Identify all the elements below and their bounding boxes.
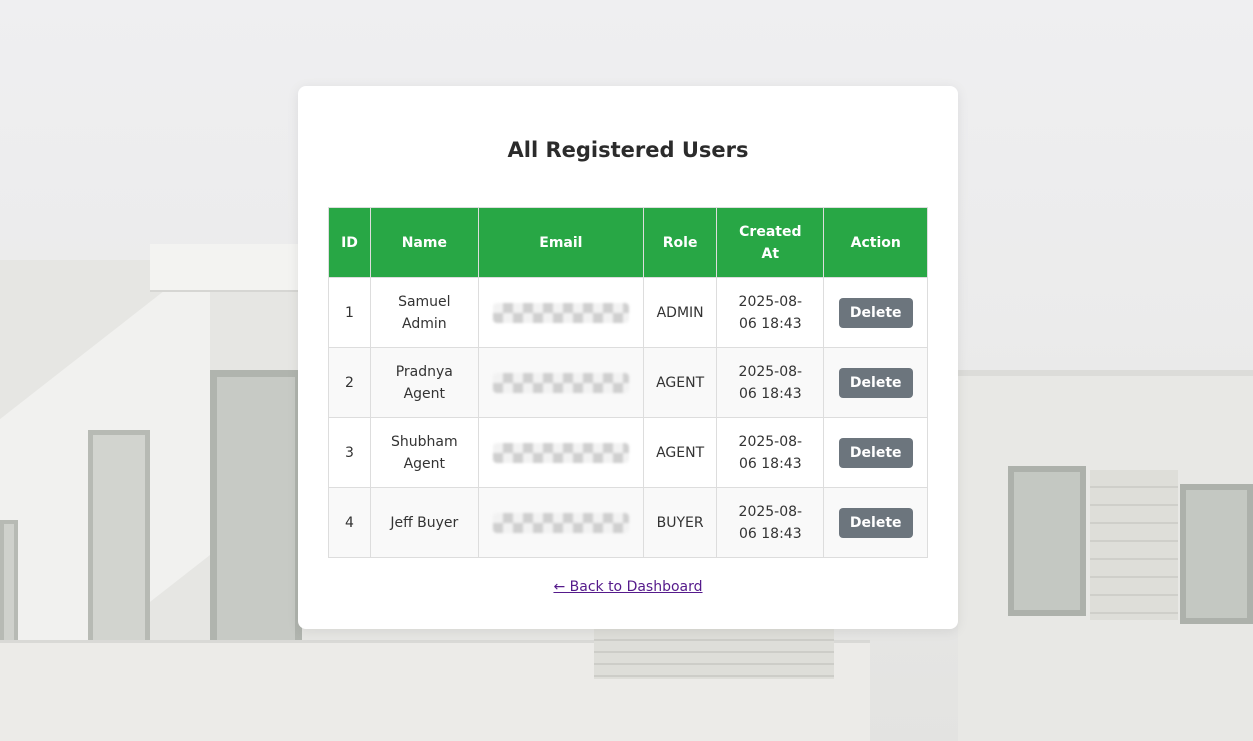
cell-id: 3 — [327, 417, 372, 488]
cell-name: Shubham Agent — [370, 417, 479, 488]
cell-id: 2 — [327, 347, 372, 418]
cell-id: 4 — [327, 487, 372, 558]
users-card: All Registered Users ID Name Email Role … — [298, 86, 958, 629]
header-email: Email — [477, 207, 645, 278]
header-name: Name — [370, 207, 479, 278]
table-row: 2 Pradnya Agent AGENT 2025-08-06 18:43 D… — [327, 347, 928, 418]
cell-action: Delete — [823, 277, 928, 348]
table-row: 4 Jeff Buyer BUYER 2025-08-06 18:43 Dele… — [327, 487, 928, 558]
users-table: ID Name Email Role Created At Action 1 S… — [327, 207, 928, 558]
cell-created-at: 2025-08-06 18:43 — [716, 277, 825, 348]
delete-button[interactable]: Delete — [838, 367, 913, 398]
delete-button[interactable]: Delete — [838, 437, 913, 468]
header-role: Role — [643, 207, 718, 278]
cell-action: Delete — [823, 487, 928, 558]
cell-created-at: 2025-08-06 18:43 — [716, 347, 825, 418]
table-row: 3 Shubham Agent AGENT 2025-08-06 18:43 D… — [327, 417, 928, 488]
page-title: All Registered Users — [507, 138, 749, 162]
cell-created-at: 2025-08-06 18:43 — [716, 417, 825, 488]
redacted-email — [492, 512, 629, 533]
table-row: 1 Samuel Admin ADMIN 2025-08-06 18:43 De… — [327, 277, 928, 348]
cell-role: BUYER — [643, 487, 718, 558]
cell-role: AGENT — [643, 417, 718, 488]
redacted-email — [492, 372, 629, 393]
back-to-dashboard-link[interactable]: ← Back to Dashboard — [298, 579, 958, 595]
cell-action: Delete — [823, 417, 928, 488]
cell-created-at: 2025-08-06 18:43 — [716, 487, 825, 558]
cell-name: Samuel Admin — [370, 277, 479, 348]
header-created-at: Created At — [716, 207, 825, 278]
header-id: ID — [327, 207, 372, 278]
delete-button[interactable]: Delete — [838, 507, 913, 538]
redacted-email — [492, 442, 629, 463]
cell-name: Jeff Buyer — [370, 487, 479, 558]
cell-email — [477, 487, 645, 558]
table-header: ID Name Email Role Created At Action — [327, 207, 928, 278]
cell-name: Pradnya Agent — [370, 347, 479, 418]
cell-id: 1 — [327, 277, 372, 348]
cell-email — [477, 347, 645, 418]
cell-email — [477, 277, 645, 348]
delete-button[interactable]: Delete — [838, 297, 913, 328]
cell-role: ADMIN — [643, 277, 718, 348]
cell-action: Delete — [823, 347, 928, 418]
cell-role: AGENT — [643, 347, 718, 418]
redacted-email — [492, 302, 629, 323]
header-action: Action — [823, 207, 928, 278]
cell-email — [477, 417, 645, 488]
